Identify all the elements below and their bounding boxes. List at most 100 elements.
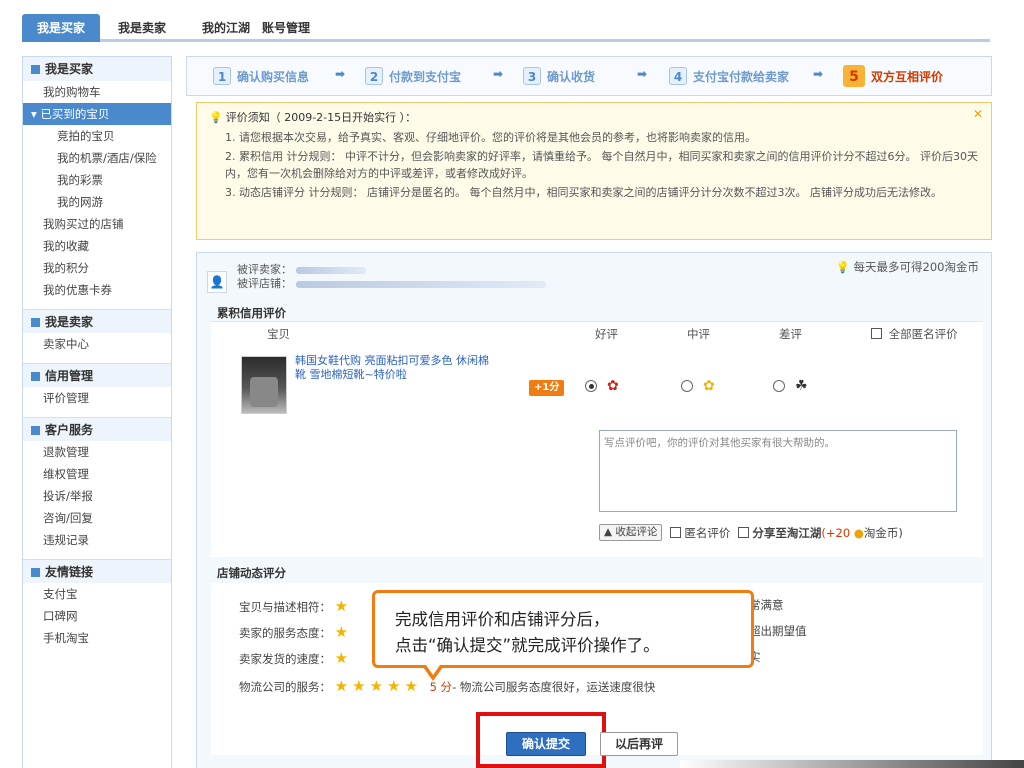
instruction-callout: 完成信用评价和店铺评分后， 点击“确认提交”就完成评价操作了。 bbox=[372, 590, 754, 681]
tab-jianghu[interactable]: 我的江湖 bbox=[202, 14, 250, 42]
rating-row-service: 卖家的服务态度： ★ 超出期望值 bbox=[239, 623, 807, 641]
sidebar-section-links[interactable]: 友情链接 bbox=[23, 559, 171, 583]
star-icon[interactable]: ★ bbox=[335, 649, 348, 667]
step-1: 1 确认购买信息 bbox=[213, 67, 309, 87]
radio-bad[interactable]: ☘ bbox=[773, 378, 808, 394]
bottom-shadow bbox=[680, 760, 1024, 768]
comment-options: ▲ 收起评论 匿名评价 分享至淘江湖(+20 ●淘金币) bbox=[599, 524, 903, 541]
product-title-link[interactable]: 韩国女鞋代购 亮面粘扣可爱多色 休闲棉靴 雪地棉短靴~特价啦 bbox=[295, 354, 495, 382]
sidebar-item-complaint[interactable]: 投诉/举报 bbox=[23, 485, 171, 507]
shop-name-blurred bbox=[296, 280, 546, 288]
collapse-icon bbox=[31, 318, 40, 327]
rating-desc: - 物流公司服务态度很好，运送速度很快 bbox=[452, 680, 656, 694]
collapse-comment-button[interactable]: ▲ 收起评论 bbox=[599, 524, 663, 541]
step-2: 2 付款到支付宝 bbox=[365, 67, 461, 87]
sidebar-item-consult[interactable]: 咨询/回复 bbox=[23, 507, 171, 529]
arrow-right-icon: ➡ bbox=[335, 67, 346, 81]
radio-mid[interactable]: ✿ bbox=[681, 378, 715, 394]
sidebar-item-games[interactable]: 我的网游 bbox=[23, 191, 171, 213]
red-flower-icon: ✿ bbox=[607, 378, 619, 394]
star-icon[interactable]: ★ bbox=[335, 597, 348, 615]
review-notice: 💡 评价须知（ 2009-2-15日开始实行 ）： 1. 请您根据本次交易，给予真… bbox=[196, 102, 992, 240]
sidebar-item-mobile[interactable]: 手机淘宝 bbox=[23, 627, 171, 649]
star-icon[interactable]: ★ bbox=[387, 677, 400, 695]
sidebar-item-shops[interactable]: 我购买过的店铺 bbox=[23, 213, 171, 235]
comment-textarea[interactable]: 写点评价吧，你的评价对其他买家有很大帮助的。 bbox=[599, 430, 957, 512]
star-icon[interactable]: ★ bbox=[352, 677, 365, 695]
sidebar-item-lottery[interactable]: 我的彩票 bbox=[23, 169, 171, 191]
shop-section-title: 店铺动态评分 bbox=[217, 566, 286, 580]
sidebar-item-koubei[interactable]: 口碑网 bbox=[23, 605, 171, 627]
plus-point-badge: +1分 bbox=[529, 380, 565, 396]
dead-flower-icon: ☘ bbox=[795, 378, 808, 394]
col-mid: 中评 bbox=[687, 327, 710, 341]
star-icon[interactable]: ★ bbox=[404, 677, 417, 695]
sidebar-item-refund[interactable]: 退款管理 bbox=[23, 441, 171, 463]
col-good: 好评 bbox=[595, 327, 618, 341]
notice-item: 3. 动态店铺评分 计分规则： 店铺评分是匿名的。 每个自然月中，相同买家和卖家… bbox=[225, 186, 942, 199]
notice-item: 1. 请您根据本次交易，给予真实、客观、仔细地评价。您的评价将是其他会员的参考，… bbox=[225, 131, 756, 144]
callout-line-2: 点击“确认提交”就完成评价操作了。 bbox=[395, 636, 660, 655]
sidebar-item-favorites[interactable]: 我的收藏 bbox=[23, 235, 171, 257]
sidebar-item-rights[interactable]: 维权管理 bbox=[23, 463, 171, 485]
col-item: 宝贝 bbox=[267, 327, 290, 341]
sidebar-item-seller-center[interactable]: 卖家中心 bbox=[23, 333, 171, 355]
star-icon[interactable]: ★ bbox=[335, 623, 348, 641]
sidebar-item-bought[interactable]: ▾ 已买到的宝贝 bbox=[23, 103, 171, 125]
step-3: 3 确认收货 bbox=[523, 67, 595, 87]
radio-good[interactable]: ✿ bbox=[585, 378, 619, 394]
review-later-button[interactable]: 以后再评 bbox=[600, 732, 678, 756]
arrow-right-icon: ➡ bbox=[637, 67, 648, 81]
step-4: 4 支付宝付款给卖家 bbox=[669, 67, 789, 87]
daily-coin-limit: 💡 每天最多可得200淘金币 bbox=[835, 260, 979, 274]
arrow-right-icon: ➡ bbox=[493, 67, 504, 81]
lightbulb-icon: 💡 bbox=[835, 260, 850, 274]
col-bad: 差评 bbox=[779, 327, 802, 341]
avatar: 👤 bbox=[207, 271, 227, 293]
seller-name-blurred bbox=[296, 266, 366, 274]
rating-score: 5 分 bbox=[429, 680, 453, 694]
product-thumbnail[interactable] bbox=[241, 356, 287, 414]
notice-title: 评价须知（ 2009-2-15日开始实行 ）： bbox=[225, 111, 417, 124]
star-icon[interactable]: ★ bbox=[335, 677, 348, 695]
sidebar-section-buyer[interactable]: 我是买家 bbox=[23, 57, 171, 81]
sidebar-item-alipay[interactable]: 支付宝 bbox=[23, 583, 171, 605]
rating-row-description: 宝贝与描述相符： ★ 常满意 bbox=[239, 597, 784, 615]
sidebar-item-points[interactable]: 我的积分 bbox=[23, 257, 171, 279]
sidebar-item-reviews[interactable]: 评价管理 bbox=[23, 387, 171, 409]
sidebar-section-seller[interactable]: 我是卖家 bbox=[23, 309, 171, 333]
progress-steps: 1 确认购买信息 ➡ 2 付款到支付宝 ➡ 3 确认收货 ➡ 4 支付宝付款给卖家 ➡ … bbox=[186, 56, 992, 96]
credit-review: 宝贝 好评 中评 差评 全部匿名评价 韩国女鞋代购 亮面粘扣可爱多色 休闲棉靴 … bbox=[211, 321, 983, 557]
yellow-flower-icon: ✿ bbox=[703, 378, 715, 394]
sidebar-item-coupons[interactable]: 我的优惠卡券 bbox=[23, 279, 171, 301]
sidebar-section-service[interactable]: 客户服务 bbox=[23, 417, 171, 441]
credit-section-title: 累积信用评价 bbox=[217, 306, 286, 320]
lightbulb-icon: 💡 bbox=[209, 111, 223, 124]
sidebar-section-credit[interactable]: 信用管理 bbox=[23, 363, 171, 387]
submit-button[interactable]: 确认提交 bbox=[506, 732, 586, 756]
review-form: 👤 被评卖家： 被评店铺： 💡 每天最多可得200淘金币 累积信用评价 宝贝 好… bbox=[196, 252, 992, 768]
anon-checkbox[interactable]: 匿名评价 bbox=[670, 525, 730, 541]
star-icon[interactable]: ★ bbox=[370, 677, 383, 695]
collapse-icon bbox=[31, 568, 40, 577]
sidebar-item-violations[interactable]: 违规记录 bbox=[23, 529, 171, 551]
collapse-icon bbox=[31, 426, 40, 435]
sidebar-item-tickets[interactable]: 我的机票/酒店/保险 bbox=[23, 147, 171, 169]
coin-icon: ● bbox=[850, 525, 864, 540]
anon-all-checkbox[interactable]: 全部匿名评价 bbox=[871, 326, 958, 342]
collapse-icon bbox=[31, 65, 40, 74]
step-5-current: 5 双方互相评价 bbox=[843, 65, 943, 87]
sidebar-item-auction[interactable]: 竞拍的宝贝 bbox=[23, 125, 171, 147]
sidebar: 我是买家 我的购物车 ▾ 已买到的宝贝 竞拍的宝贝 我的机票/酒店/保险 我的彩… bbox=[22, 56, 172, 768]
close-icon[interactable]: ✕ bbox=[973, 107, 983, 121]
tab-seller[interactable]: 我是卖家 bbox=[118, 14, 166, 42]
rating-row-logistics: 物流公司的服务： ★ ★ ★ ★ ★ 5 分- 物流公司服务态度很好，运送速度很快 bbox=[239, 677, 656, 695]
share-checkbox[interactable]: 分享至淘江湖(+20 ●淘金币) bbox=[738, 525, 903, 541]
top-navigation: 我是买家 我是卖家 我的江湖 账号管理 bbox=[22, 14, 990, 42]
tab-buyer[interactable]: 我是买家 bbox=[22, 14, 100, 42]
tab-account[interactable]: 账号管理 bbox=[262, 14, 310, 42]
rating-row-shipping: 卖家发货的速度： ★ 实 bbox=[239, 649, 761, 667]
sidebar-item-cart[interactable]: 我的购物车 bbox=[23, 81, 171, 103]
collapse-icon bbox=[31, 372, 40, 381]
arrow-right-icon: ➡ bbox=[813, 67, 824, 81]
